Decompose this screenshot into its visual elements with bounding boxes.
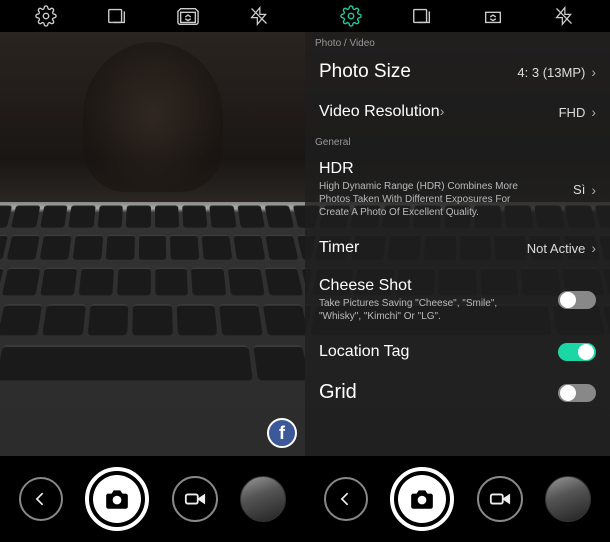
shutter-button[interactable] bbox=[85, 467, 149, 531]
grid-toggle[interactable] bbox=[558, 384, 596, 402]
video-record-button[interactable] bbox=[172, 476, 218, 522]
flash-off-icon[interactable] bbox=[245, 2, 273, 30]
bottom-bar bbox=[305, 456, 610, 542]
setting-label: Photo Size bbox=[319, 61, 411, 83]
chevron-right-icon: › bbox=[591, 182, 596, 198]
bottom-bar bbox=[0, 456, 305, 542]
view-mode-icon[interactable] bbox=[103, 2, 131, 30]
gallery-thumbnail[interactable] bbox=[545, 476, 591, 522]
setting-grid[interactable]: Grid bbox=[305, 371, 610, 414]
setting-label: Location Tag bbox=[319, 343, 409, 361]
section-general: General bbox=[305, 131, 610, 150]
setting-timer[interactable]: Timer Not Active › bbox=[305, 229, 610, 267]
back-button[interactable] bbox=[19, 477, 63, 521]
setting-label: Cheese Shot bbox=[319, 277, 539, 295]
chevron-right-icon: › bbox=[591, 104, 596, 120]
camera-settings-panel: Photo / Video Photo Size 4: 3 (13MP)› Vi… bbox=[305, 32, 610, 456]
setting-value: FHD › bbox=[559, 104, 596, 120]
settings-icon[interactable] bbox=[32, 2, 60, 30]
viewfinder-laptop bbox=[0, 202, 305, 456]
setting-photo-size[interactable]: Photo Size 4: 3 (13MP)› bbox=[305, 51, 610, 93]
setting-value: Not Active › bbox=[527, 240, 596, 256]
camera-viewfinder[interactable]: f bbox=[0, 32, 305, 456]
setting-value: 4: 3 (13MP)› bbox=[517, 64, 596, 80]
setting-value: Sì › bbox=[573, 182, 596, 198]
setting-description: Take Pictures Saving "Cheese", "Smile", … bbox=[319, 297, 539, 323]
switch-camera-icon[interactable] bbox=[174, 2, 202, 30]
setting-description: High Dynamic Range (HDR) Combines More P… bbox=[319, 180, 539, 219]
chevron-right-icon: › bbox=[591, 64, 596, 80]
location-toggle[interactable] bbox=[558, 343, 596, 361]
setting-label: Video Resolution› bbox=[319, 103, 444, 121]
switch-camera-icon[interactable] bbox=[479, 2, 507, 30]
setting-video-resolution[interactable]: Video Resolution› FHD › bbox=[305, 93, 610, 131]
top-bar bbox=[305, 0, 610, 32]
camera-screen-viewfinder: f bbox=[0, 0, 305, 542]
flash-off-icon[interactable] bbox=[550, 2, 578, 30]
view-mode-icon[interactable] bbox=[408, 2, 436, 30]
viewfinder-subject bbox=[83, 42, 223, 192]
facebook-share-icon[interactable]: f bbox=[267, 418, 297, 448]
setting-label: Timer bbox=[319, 239, 359, 257]
video-record-button[interactable] bbox=[477, 476, 523, 522]
setting-cheese-shot[interactable]: Cheese Shot Take Pictures Saving "Cheese… bbox=[305, 267, 610, 333]
setting-location-tag[interactable]: Location Tag bbox=[305, 333, 610, 371]
gallery-thumbnail[interactable] bbox=[240, 476, 286, 522]
top-bar bbox=[0, 0, 305, 32]
chevron-right-icon: › bbox=[591, 240, 596, 256]
section-photo-video: Photo / Video bbox=[305, 32, 610, 51]
shutter-button[interactable] bbox=[390, 467, 454, 531]
settings-icon[interactable] bbox=[337, 2, 365, 30]
camera-screen-settings: Photo / Video Photo Size 4: 3 (13MP)› Vi… bbox=[305, 0, 610, 542]
setting-hdr[interactable]: HDR High Dynamic Range (HDR) Combines Mo… bbox=[305, 150, 610, 229]
setting-label: HDR bbox=[319, 160, 539, 178]
cheese-toggle[interactable] bbox=[558, 291, 596, 309]
back-button[interactable] bbox=[324, 477, 368, 521]
setting-label: Grid bbox=[319, 381, 357, 404]
